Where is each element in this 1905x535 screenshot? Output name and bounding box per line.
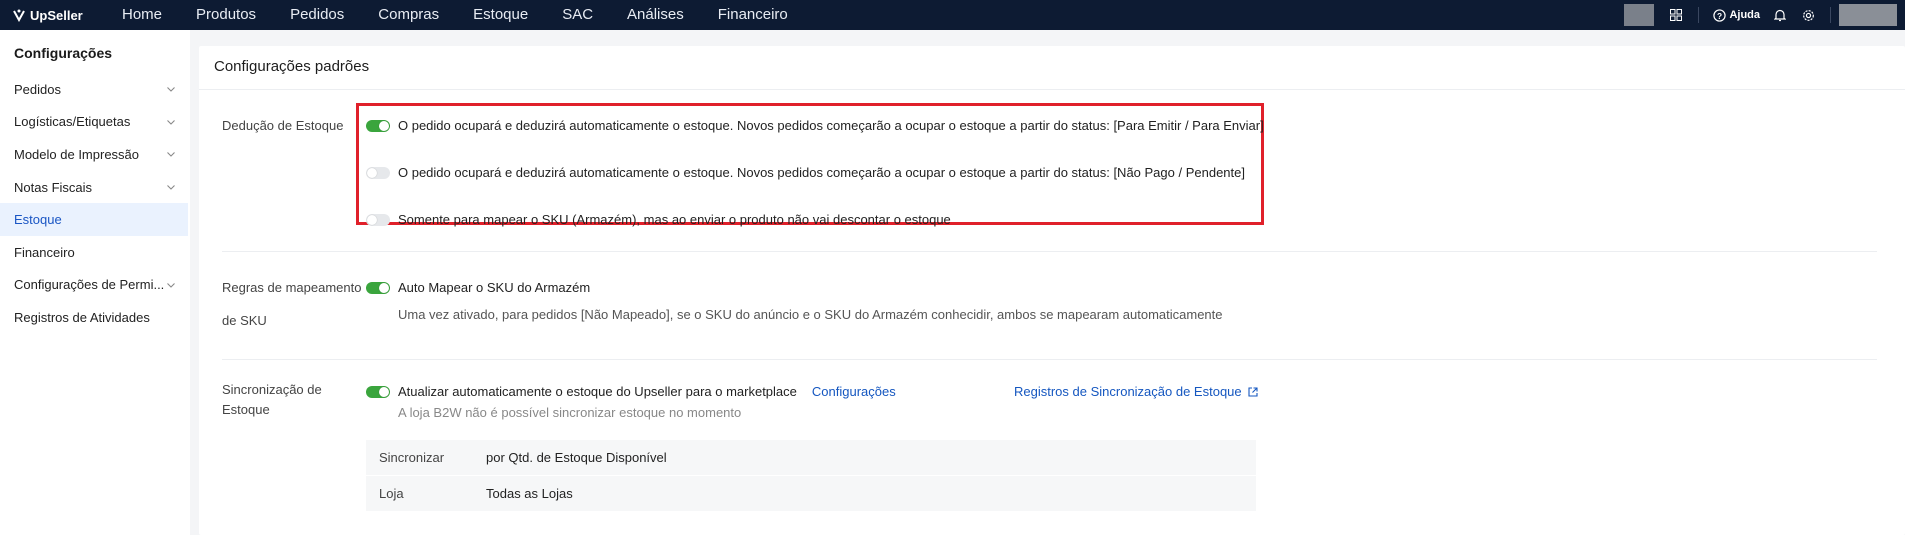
sidebar-item-label: Logísticas/Etiquetas [14, 114, 131, 130]
upseller-logo[interactable]: UpSeller [0, 8, 110, 23]
sku-mapping-label: Regras de mapeamento de SKU [222, 280, 361, 329]
sidebar-item-label: Pedidos [14, 81, 61, 97]
nav-compras[interactable]: Compras [361, 0, 456, 30]
sku-mapping-label-line2: de SKU [222, 313, 267, 328]
chevron-down-icon [167, 87, 175, 93]
sync-records-link[interactable]: Registros de Sincronização de Estoque [1014, 384, 1258, 399]
shop-avatar[interactable] [1624, 4, 1655, 26]
svg-text:?: ? [1717, 10, 1722, 20]
sku-mapping-description: Uma vez ativado, para pedidos [Não Mapea… [398, 307, 1223, 322]
main-nav: Home Produtos Pedidos Compras Estoque SA… [110, 0, 805, 30]
stock-sync-text: Atualizar automaticamente o estoque do U… [398, 384, 797, 399]
sidebar-item-label: Registros de Atividades [14, 309, 150, 325]
stock-option-1: O pedido ocupará e deduzirá automaticame… [366, 118, 1264, 133]
stock-option-2-text: O pedido ocupará e deduzirá automaticame… [398, 165, 1245, 180]
nav-sac[interactable]: SAC [545, 0, 610, 30]
sku-mapping-row: Auto Mapear o SKU do Armazém [366, 280, 590, 295]
stock-sync-label-line2: Estoque [222, 402, 270, 417]
help-label: Ajuda [1729, 9, 1760, 21]
nav-produtos[interactable]: Produtos [179, 0, 273, 30]
stock-sync-toggle[interactable] [366, 385, 390, 398]
table-row: Sincronizar por Qtd. de Estoque Disponív… [366, 440, 1256, 476]
nav-home[interactable]: Home [110, 0, 179, 30]
nav-financeiro[interactable]: Financeiro [701, 0, 805, 30]
logo-text: UpSeller [30, 7, 83, 23]
table-cell-value: Todas as Lojas [486, 486, 573, 501]
table-row: Loja Todas as Lojas [366, 476, 1256, 512]
sidebar-item-financeiro[interactable]: Financeiro [0, 236, 190, 269]
user-avatar[interactable] [1839, 4, 1897, 26]
sidebar-item-modelo-impressao[interactable]: Modelo de Impressão [0, 138, 190, 171]
sku-mapping-text: Auto Mapear o SKU do Armazém [398, 280, 591, 295]
sidebar-item-label: Notas Fiscais [14, 179, 93, 195]
apps-grid-icon[interactable] [1662, 0, 1690, 30]
sku-mapping-toggle[interactable] [366, 281, 390, 294]
table-cell-key: Loja [379, 486, 404, 501]
table-cell-value: por Qtd. de Estoque Disponível [486, 450, 667, 465]
sidebar-title: Configurações [14, 45, 113, 61]
stock-option-2-toggle[interactable] [366, 166, 390, 179]
sync-note: A loja B2W não é possível sincronizar es… [398, 405, 742, 420]
logo-icon [13, 9, 25, 22]
config-link[interactable]: Configurações [812, 384, 896, 399]
stock-option-2: O pedido ocupará e deduzirá automaticame… [366, 165, 1245, 180]
chevron-down-icon [167, 282, 175, 288]
bell-icon[interactable] [1766, 0, 1794, 30]
sidebar-item-label: Configurações de Permi... [14, 277, 165, 293]
sidebar-item-label: Financeiro [14, 244, 75, 260]
table-cell-key: Sincronizar [379, 450, 445, 465]
divider [1830, 7, 1831, 23]
divider [1698, 7, 1700, 23]
sidebar-item-logisticas[interactable]: Logísticas/Etiquetas [0, 106, 190, 139]
sidebar-item-pedidos[interactable]: Pedidos [0, 73, 190, 106]
chevron-down-icon [167, 185, 175, 190]
stock-deduction-label: Dedução de Estoque [222, 118, 344, 133]
stock-option-3: Somente para mapear o SKU (Armazém), mas… [366, 212, 951, 227]
stock-option-3-toggle[interactable] [366, 213, 390, 226]
sidebar-item-registros[interactable]: Registros de Atividades [0, 301, 190, 334]
gear-icon[interactable] [1794, 0, 1822, 30]
stock-sync-label: Sincronização de Estoque [222, 382, 322, 418]
stock-sync-label-line1: Sincronização de [222, 382, 322, 397]
stock-option-3-text: Somente para mapear o SKU (Armazém), mas… [398, 212, 951, 227]
sidebar-item-label: Modelo de Impressão [14, 146, 140, 162]
sidebar-item-notas-fiscais[interactable]: Notas Fiscais [0, 171, 190, 204]
top-right-tools: ? Ajuda [1624, 0, 1905, 30]
sku-mapping-label-line1: Regras de mapeamento [222, 280, 362, 295]
chevron-down-icon [167, 120, 175, 125]
stock-option-1-toggle[interactable] [366, 119, 390, 132]
top-navbar: UpSeller Home Produtos Pedidos Compras E… [0, 0, 1905, 30]
chevron-down-icon [167, 152, 175, 158]
stock-sync-row: Atualizar automaticamente o estoque do U… [366, 384, 896, 399]
sync-settings-table: Sincronizar por Qtd. de Estoque Disponív… [366, 440, 1256, 512]
nav-pedidos[interactable]: Pedidos [273, 0, 361, 30]
section-divider [222, 359, 1877, 360]
help-button[interactable]: ? Ajuda [1707, 8, 1766, 22]
section-divider [222, 251, 1877, 252]
nav-estoque[interactable]: Estoque [456, 0, 545, 30]
sync-records-link-text: Registros de Sincronização de Estoque [1014, 384, 1242, 399]
settings-sidebar: Configurações Pedidos Logísticas/Etiquet… [0, 30, 190, 535]
page-title: Configurações padrões [199, 46, 1905, 90]
external-link-icon [1248, 386, 1258, 397]
sidebar-item-estoque[interactable]: Estoque [0, 203, 188, 236]
main-panel: Configurações padrões Dedução de Estoque… [199, 46, 1905, 535]
nav-analises[interactable]: Análises [610, 0, 701, 30]
sidebar-item-label: Estoque [14, 212, 62, 228]
sidebar-item-permissoes[interactable]: Configurações de Permi... [0, 269, 190, 302]
help-icon: ? [1713, 8, 1727, 22]
stock-option-1-text: O pedido ocupará e deduzirá automaticame… [398, 118, 1264, 133]
